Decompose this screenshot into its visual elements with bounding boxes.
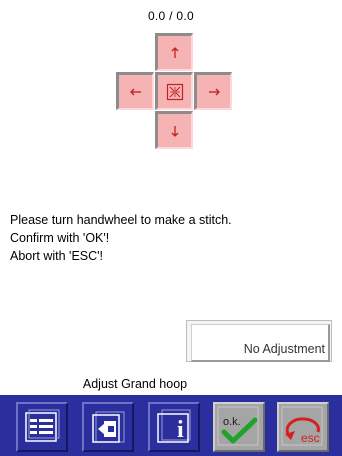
arrow-right-icon — [208, 88, 220, 95]
arrow-left-icon — [129, 88, 141, 95]
hoop-label: Adjust Grand hoop — [82, 377, 188, 391]
info-icon: i — [157, 409, 191, 443]
move-left-button[interactable] — [116, 72, 154, 110]
bottom-toolbar: i o.k. esc — [0, 395, 342, 456]
no-adjustment-button[interactable]: No Adjustment — [186, 320, 332, 364]
move-up-button[interactable] — [155, 33, 193, 71]
arrow-down-icon — [171, 125, 178, 137]
move-right-button[interactable] — [194, 72, 232, 110]
center-hoop-button[interactable] — [155, 72, 193, 110]
message-line: Confirm with 'OK'! — [10, 231, 110, 245]
message-line: Abort with 'ESC'! — [10, 249, 103, 263]
ok-button[interactable]: o.k. — [213, 402, 265, 452]
info-glyph: i — [177, 417, 184, 443]
esc-label: esc — [301, 431, 320, 445]
list-icon — [25, 409, 60, 442]
exit-icon — [92, 411, 125, 443]
ok-check-icon: o.k. — [217, 406, 259, 446]
list-button[interactable] — [16, 402, 68, 452]
move-down-button[interactable] — [155, 111, 193, 149]
exit-button[interactable] — [82, 402, 134, 452]
info-button[interactable]: i — [148, 402, 200, 452]
instruction-message: Please turn handwheel to make a stitch. … — [10, 211, 232, 265]
esc-button[interactable]: esc — [277, 402, 329, 452]
button-face: No Adjustment — [191, 324, 330, 362]
ok-label: o.k. — [223, 416, 241, 428]
center-hoop-icon — [166, 83, 183, 100]
arrow-up-icon — [171, 46, 178, 58]
coordinate-readout: 0.0 / 0.0 — [147, 9, 195, 23]
message-line: Please turn handwheel to make a stitch. — [10, 213, 232, 227]
esc-return-icon: esc — [281, 406, 323, 446]
no-adjustment-label: No Adjustment — [243, 342, 325, 356]
